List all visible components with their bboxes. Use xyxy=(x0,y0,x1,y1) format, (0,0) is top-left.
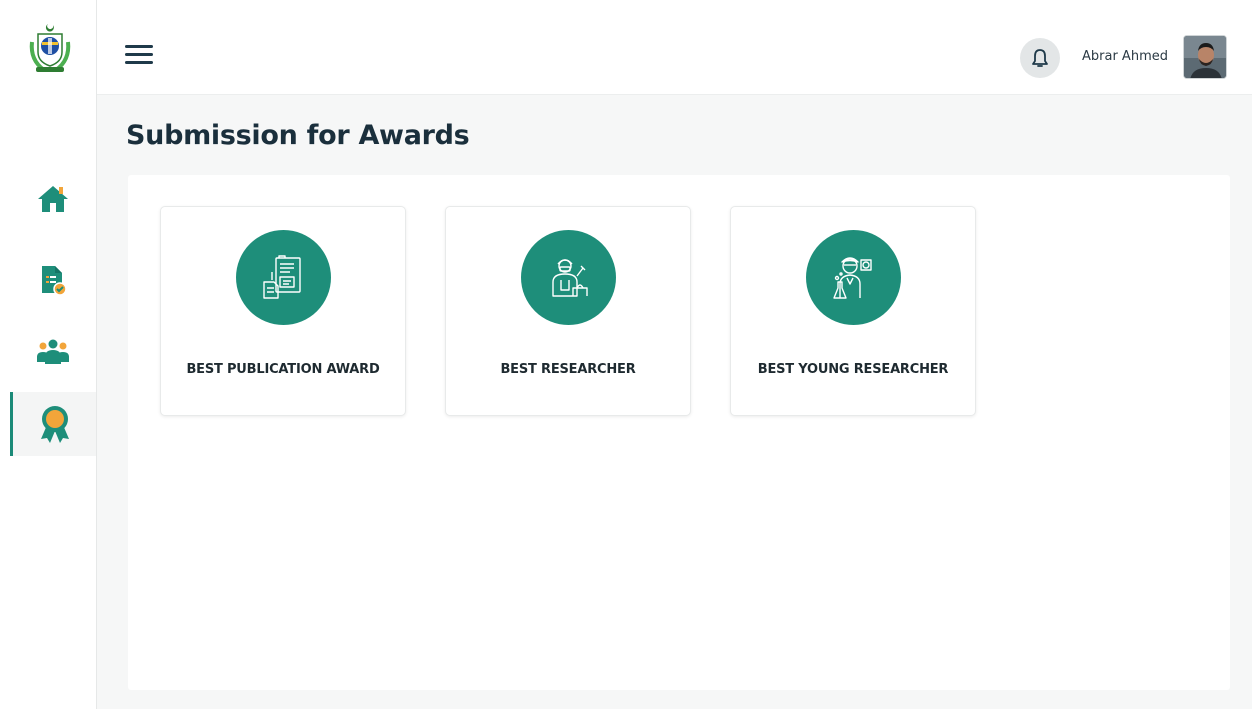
page-title: Submission for Awards xyxy=(126,120,470,151)
sidebar-item-team[interactable] xyxy=(10,320,96,384)
publication-icon xyxy=(236,230,331,325)
sidebar-item-documents[interactable] xyxy=(10,248,96,312)
logo[interactable] xyxy=(26,20,74,76)
sidebar-item-awards[interactable] xyxy=(10,392,96,456)
document-check-icon xyxy=(42,266,67,296)
award-card-best-researcher[interactable]: BEST RESEARCHER xyxy=(445,206,691,416)
home-icon xyxy=(38,186,68,212)
award-label: BEST YOUNG RESEARCHER xyxy=(757,362,949,377)
top-bar: Abrar Ahmed xyxy=(97,0,1252,95)
hamburger-menu-icon[interactable] xyxy=(125,45,153,67)
researcher-icon xyxy=(521,230,616,325)
young-researcher-icon xyxy=(806,230,901,325)
users-icon xyxy=(37,339,69,364)
bell-icon xyxy=(1032,49,1048,67)
sidebar-item-home[interactable] xyxy=(10,167,96,231)
award-label: BEST RESEARCHER xyxy=(500,362,636,377)
notifications-button[interactable] xyxy=(1020,38,1060,78)
award-ribbon-icon xyxy=(40,406,69,443)
sidebar xyxy=(0,0,97,709)
award-card-best-publication[interactable]: BEST PUBLICATION AWARD xyxy=(160,206,406,416)
avatar[interactable] xyxy=(1183,35,1227,79)
user-name[interactable]: Abrar Ahmed xyxy=(1082,49,1168,64)
award-card-best-young-researcher[interactable]: BEST YOUNG RESEARCHER xyxy=(730,206,976,416)
award-label: BEST PUBLICATION AWARD xyxy=(186,362,380,377)
